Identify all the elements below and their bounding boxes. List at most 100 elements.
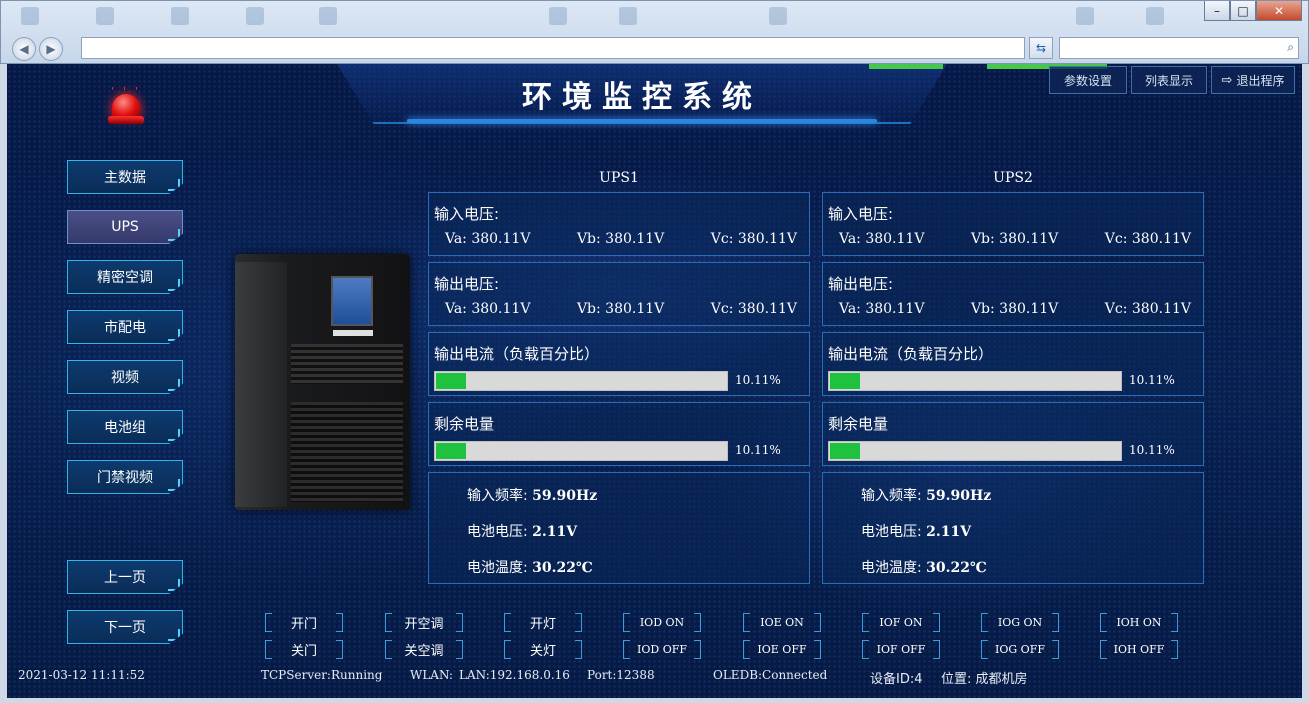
forward-button[interactable]: ▶ — [39, 37, 63, 61]
maximize-button[interactable]: □ — [1230, 1, 1256, 21]
ioe-off-button[interactable]: IOE OFF — [743, 640, 821, 659]
open-door-button[interactable]: 开门 — [265, 613, 343, 632]
sidebar-item-battery[interactable]: 电池组 — [67, 410, 183, 444]
prev-page-label: 上一页 — [104, 570, 146, 586]
iog-off-button[interactable]: IOG OFF — [981, 640, 1059, 659]
exit-button[interactable]: ⇨ 退出程序 — [1211, 66, 1295, 94]
output-current-percent: 10.11% — [1129, 373, 1175, 387]
light-on-button[interactable]: 开灯 — [504, 613, 582, 632]
exit-button-label: 退出程序 — [1236, 73, 1285, 88]
sidebar-item-label: 门禁视频 — [97, 470, 153, 486]
vb-value: Vb: 380.11V — [970, 231, 1059, 247]
ups1-input-voltage-panel: 输入电压: Va: 380.11V Vb: 380.11V Vc: 380.11… — [428, 192, 810, 256]
header-indicator — [869, 64, 943, 69]
iod-on-button[interactable]: IOD ON — [623, 613, 701, 632]
remaining-percent: 10.11% — [1129, 443, 1175, 457]
list-view-button-label: 列表显示 — [1144, 73, 1193, 88]
ups2-info-panel: 输入频率: 59.90Hz 电池电压: 2.11V 电池温度: 30.22℃ — [822, 472, 1204, 584]
input-frequency-row: 输入频率: 59.90Hz — [861, 485, 991, 505]
va-value: Va: 380.11V — [839, 231, 925, 247]
forward-arrow-icon: ▶ — [46, 42, 56, 56]
light-off-button[interactable]: 关灯 — [504, 640, 582, 659]
settings-button[interactable]: 参数设置 — [1049, 66, 1127, 94]
browser-search-input[interactable]: ⌕ — [1059, 37, 1299, 59]
ups2-title: UPS2 — [993, 170, 1033, 186]
sidebar-item-mains-power[interactable]: 市配电 — [67, 310, 183, 344]
sidebar-item-access-video[interactable]: 门禁视频 — [67, 460, 183, 494]
input-frequency-row: 输入频率: 59.90Hz — [467, 485, 597, 505]
battery-voltage-value: 2.11V — [926, 524, 972, 540]
vc-value: Vc: 380.11V — [1104, 231, 1191, 247]
iof-on-button[interactable]: IOF ON — [862, 613, 940, 632]
sidebar-item-ups[interactable]: UPS — [67, 210, 183, 244]
output-current-progress-bar — [434, 371, 728, 391]
close-ac-button[interactable]: 关空调 — [385, 640, 463, 659]
vb-value: Vb: 380.11V — [970, 301, 1059, 317]
browser-chrome: – □ ✕ ◀ ▶ ⇆ ⌕ — [0, 0, 1309, 64]
status-device-id: 设备ID:4 — [870, 672, 923, 687]
page-title: 环境监控系统 — [522, 80, 762, 115]
battery-temperature-value: 30.22℃ — [926, 560, 987, 576]
input-voltage-label: 输入电压: — [434, 205, 500, 223]
ups2-output-voltage-panel: 输出电压: Va: 380.11V Vb: 380.11V Vc: 380.11… — [822, 262, 1204, 326]
settings-button-label: 参数设置 — [1063, 73, 1112, 88]
sidebar-item-label: UPS — [111, 219, 139, 235]
output-current-progress-bar — [828, 371, 1122, 391]
address-bar[interactable] — [81, 37, 1025, 59]
progress-fill — [436, 443, 466, 459]
frequency-label: 输入频率: — [467, 488, 528, 504]
ioh-off-button[interactable]: IOH OFF — [1100, 640, 1178, 659]
progress-fill — [830, 443, 860, 459]
ioh-on-button[interactable]: IOH ON — [1100, 613, 1178, 632]
minimize-button[interactable]: – — [1204, 1, 1230, 21]
header-glow-line — [407, 119, 877, 123]
output-voltage-label: 输出电压: — [828, 275, 894, 293]
iof-off-button[interactable]: IOF OFF — [862, 640, 940, 659]
back-arrow-icon: ◀ — [19, 42, 29, 56]
battery-voltage-label: 电池电压: — [467, 524, 528, 540]
refresh-button[interactable]: ⇆ — [1029, 37, 1053, 59]
close-door-button[interactable]: 关门 — [265, 640, 343, 659]
battery-temperature-row: 电池温度: 30.22℃ — [861, 557, 987, 577]
vb-value: Vb: 380.11V — [576, 301, 665, 317]
iod-off-button[interactable]: IOD OFF — [623, 640, 701, 659]
remaining-progress-bar — [434, 441, 728, 461]
ups-device-image — [235, 254, 410, 510]
vc-value: Vc: 380.11V — [710, 301, 797, 317]
ups1-output-voltage-panel: 输出电压: Va: 380.11V Vb: 380.11V Vc: 380.11… — [428, 262, 810, 326]
progress-fill — [830, 373, 860, 389]
sidebar-item-video[interactable]: 视频 — [67, 360, 183, 394]
sidebar-item-label: 市配电 — [104, 320, 146, 336]
sidebar-item-main-data[interactable]: 主数据 — [67, 160, 183, 194]
ioe-on-button[interactable]: IOE ON — [743, 613, 821, 632]
vc-value: Vc: 380.11V — [1104, 301, 1191, 317]
status-port: Port:12388 — [587, 668, 655, 682]
status-lan: LAN:192.168.0.16 — [459, 668, 570, 682]
close-button[interactable]: ✕ — [1256, 1, 1302, 21]
frequency-label: 输入频率: — [861, 488, 922, 504]
list-view-button[interactable]: 列表显示 — [1131, 66, 1207, 94]
output-current-label: 输出电流（负载百分比） — [434, 345, 600, 363]
battery-temperature-label: 电池温度: — [861, 560, 922, 576]
remaining-progress-bar — [828, 441, 1122, 461]
status-wlan: WLAN: — [410, 668, 454, 682]
status-datetime: 2021-03-12 11:11:52 — [18, 668, 145, 682]
status-oledb: OLEDB:Connected — [713, 668, 828, 682]
back-button[interactable]: ◀ — [12, 37, 36, 61]
ups1-remaining-panel: 剩余电量 10.11% — [428, 402, 810, 466]
battery-voltage-row: 电池电压: 2.11V — [861, 521, 971, 541]
ups1-output-current-panel: 输出电流（负载百分比） 10.11% — [428, 332, 810, 396]
progress-fill — [436, 373, 466, 389]
prev-page-button[interactable]: 上一页 — [67, 560, 183, 594]
output-current-percent: 10.11% — [735, 373, 781, 387]
sidebar-item-label: 精密空调 — [97, 270, 153, 286]
iog-on-button[interactable]: IOG ON — [981, 613, 1059, 632]
output-current-label: 输出电流（负载百分比） — [828, 345, 994, 363]
open-ac-button[interactable]: 开空调 — [385, 613, 463, 632]
va-value: Va: 380.11V — [839, 301, 925, 317]
ups2-output-current-panel: 输出电流（负载百分比） 10.11% — [822, 332, 1204, 396]
frequency-value: 59.90Hz — [926, 488, 992, 504]
status-tcp-server: TCPServer:Running — [261, 668, 383, 682]
next-page-button[interactable]: 下一页 — [67, 610, 183, 644]
sidebar-item-precision-ac[interactable]: 精密空调 — [67, 260, 183, 294]
